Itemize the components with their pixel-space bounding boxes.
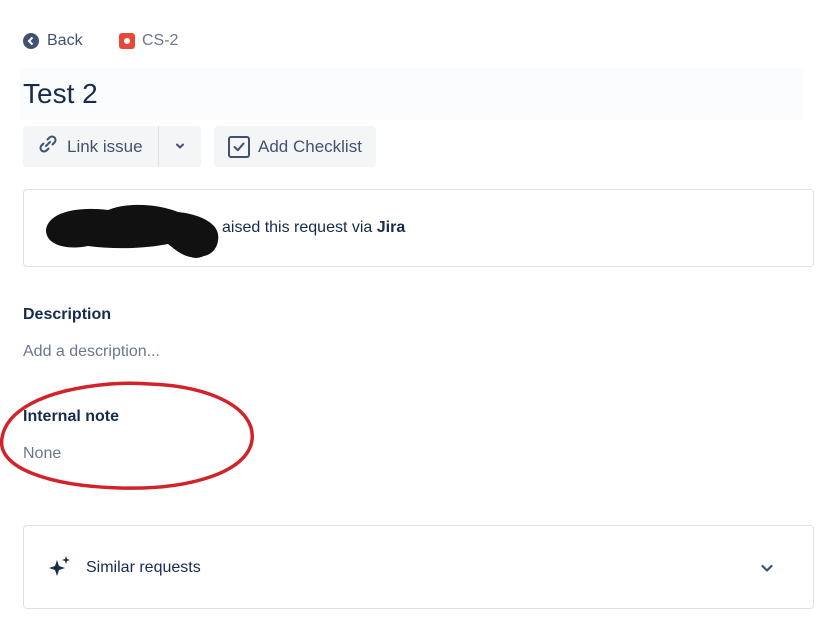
issue-view: Back CS-2 Test 2 Link issue Add Checklis… <box>0 0 839 626</box>
checkbox-checked-icon <box>228 135 250 158</box>
add-checklist-button[interactable]: Add Checklist <box>214 126 376 167</box>
chevron-down-icon <box>174 137 186 157</box>
title-bar <box>20 68 803 120</box>
annotation-circle <box>0 381 254 490</box>
description-label: Description <box>23 306 112 323</box>
add-checklist-label: Add Checklist <box>258 136 362 156</box>
link-icon <box>37 133 59 160</box>
raised-request-card: aised this request via Jira <box>23 189 814 267</box>
description-field[interactable]: Add a description... <box>23 343 160 361</box>
link-issue-dropdown-button[interactable] <box>159 126 201 167</box>
sparkle-icon <box>49 556 70 576</box>
issue-key-link[interactable]: CS-2 <box>119 32 178 50</box>
internal-note-label: Internal note <box>23 408 120 425</box>
internal-note-field[interactable]: None <box>23 445 61 463</box>
back-label: Back <box>47 32 83 49</box>
issue-type-icon <box>119 33 135 49</box>
back-button[interactable]: Back <box>23 32 83 50</box>
similar-requests-label: Similar requests <box>86 559 201 576</box>
chevron-down-icon[interactable] <box>759 560 775 576</box>
raised-prefix: aised this request via <box>222 219 377 236</box>
raised-channel: Jira <box>376 219 406 236</box>
link-issue-button[interactable]: Link issue <box>23 126 158 167</box>
issue-title[interactable]: Test 2 <box>23 78 98 110</box>
arrow-left-circle-icon <box>23 33 39 49</box>
redaction-scribble <box>46 204 219 258</box>
link-issue-button-group: Link issue <box>23 126 201 167</box>
link-issue-label: Link issue <box>67 136 143 156</box>
issue-key-label: CS-2 <box>142 32 179 49</box>
similar-requests-panel[interactable]: Similar requests <box>23 525 814 609</box>
raised-request-text: aised this request via Jira <box>222 219 405 237</box>
